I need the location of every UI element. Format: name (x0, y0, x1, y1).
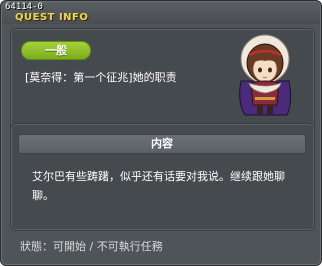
content-header: 内容 (18, 134, 306, 154)
quest-name: [莫奈得：第一个征兆]她的职责 (25, 71, 177, 84)
npc-portrait-icon (239, 34, 292, 116)
quest-content-panel: 内容 艾尔巴有些踌躇，似乎还有话要对我说。继续跟她聊聊。 (10, 123, 315, 231)
quest-status: 狀態：可開始 / 不可執行任務 (20, 240, 163, 253)
quest-id: 64114-0 (5, 2, 43, 12)
window-title: QUEST INFO (15, 12, 89, 23)
content-text: 艾尔巴有些踌躇，似乎还有话要对我说。继续跟她聊聊。 (32, 170, 285, 202)
quest-category-badge: 一般 (21, 41, 91, 60)
title-bar[interactable]: 64114-0 QUEST INFO (2, 2, 320, 24)
quest-info-window: 64114-0 QUEST INFO 一般 [莫奈得：第一个征兆]她的职责 内容… (0, 0, 322, 266)
